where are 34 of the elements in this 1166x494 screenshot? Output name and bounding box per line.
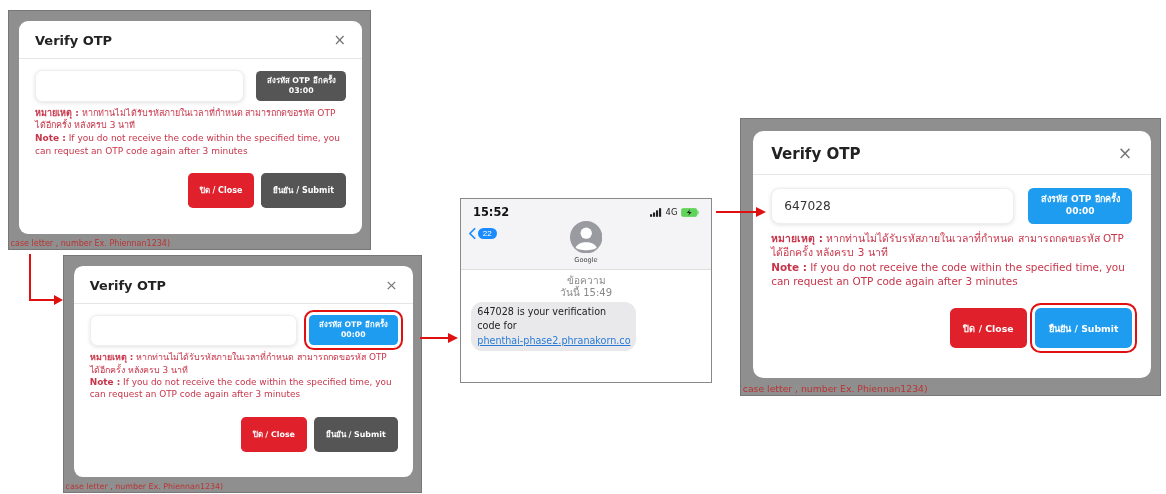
network-label: 4G — [665, 207, 678, 217]
otp-field[interactable]: 647028 — [771, 187, 1015, 225]
background-text: case letter , number Ex. Phiennan1234) — [10, 239, 171, 249]
note-text: หมายเหตุ : หากท่านไม่ได้รับรหัสภายในเวลาที่กำหนด สามารถกดขอรหัส OTP ได้อีกครั้ง หลังครบ 3 นาที — [35, 106, 337, 133]
arrow — [419, 333, 458, 343]
back-button[interactable]: 22 — [469, 227, 497, 240]
note-text: Note : If you do not receive the code within the specified time, you can request an OTP code again after 3 minutes — [35, 132, 341, 158]
signal-icon — [650, 207, 662, 217]
arrow — [715, 207, 766, 217]
status-time: 15:52 — [473, 205, 510, 219]
note-text: Note : If you do not receive the code within the specified time, you can request an OTP code again after 3 minutes — [89, 376, 393, 401]
message-date: ข้อความ — [566, 275, 606, 287]
message-bubble: 647028 is your verification code for phenthai-phase2.phranakorn.co — [470, 302, 636, 351]
submit-button[interactable]: ยืนยัน / Submit — [261, 173, 346, 209]
chevron-icon — [469, 227, 476, 240]
arrow — [29, 253, 63, 305]
message-link[interactable]: phenthai-phase2.phranakorn.co — [477, 334, 631, 346]
dialog-title: Verify OTP — [771, 144, 861, 163]
battery-icon — [681, 207, 699, 217]
note-text: Note : If you do not receive the code within the specified time, you can request an OTP code again after 3 minutes — [771, 259, 1126, 290]
close-button[interactable]: × — [385, 277, 398, 293]
note-text: หมายเหตุ : หากท่านไม่ได้รับรหัสภายในเวลาที่กำหนด สามารถกดขอรหัส OTP ได้อีกครั้ง หลังครบ 3 นาที — [771, 230, 1125, 260]
dialog-title: Verify OTP — [35, 33, 113, 48]
dialog-title: Verify OTP — [89, 277, 167, 293]
resend-button[interactable]: ส่งรหัส OTP อีกครั้ง 00:00 — [1028, 188, 1133, 224]
unread-badge: 22 — [478, 228, 497, 239]
note-text: หมายเหตุ : หากท่านไม่ได้รับรหัสภายในเวลาที่กำหนด สามารถกดขอรหัส OTP ได้อีกครั้ง หลังครบ 3 นาที — [89, 351, 388, 376]
message-date: วันนี้ 15:49 — [560, 287, 612, 300]
close-button[interactable]: ปิด / Close — [187, 173, 255, 209]
close-button[interactable]: × — [1117, 144, 1133, 163]
background-text: case letter , number Ex. Phiennan1234) — [742, 383, 928, 395]
close-button[interactable]: ปิด / Close — [949, 307, 1028, 349]
avatar-icon — [569, 221, 603, 254]
close-button[interactable]: × — [333, 33, 346, 48]
